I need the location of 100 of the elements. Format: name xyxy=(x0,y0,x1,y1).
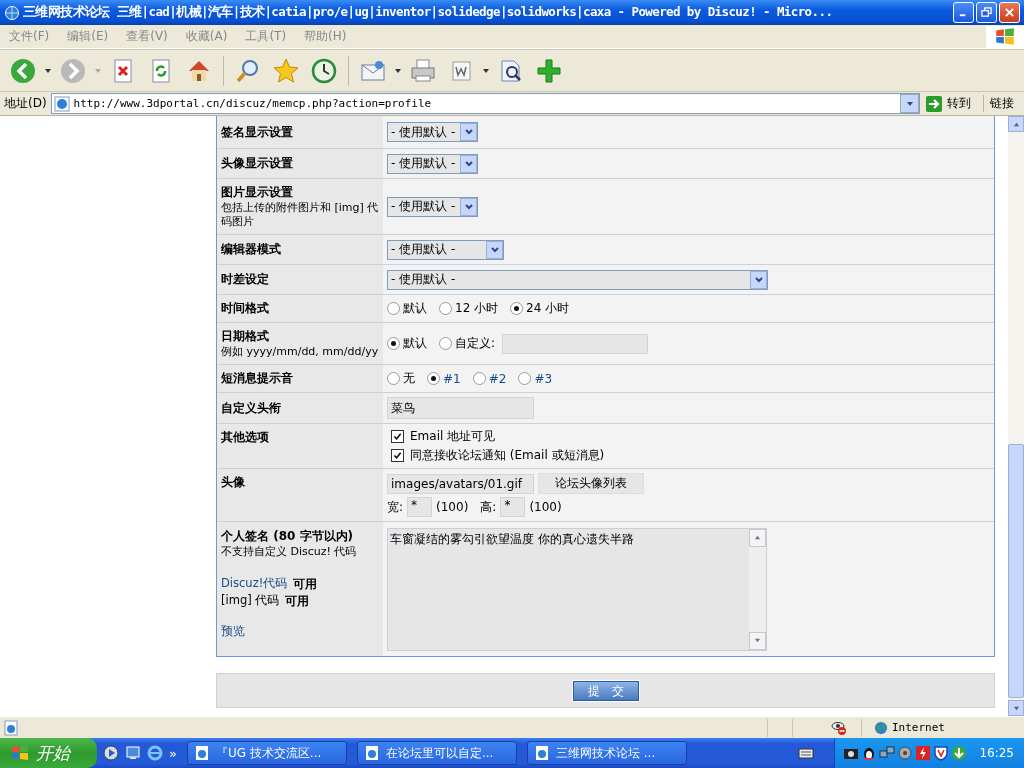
radio-button[interactable] xyxy=(472,372,486,385)
caret-icon[interactable] xyxy=(482,66,490,75)
field-hint: 包括上传的附件图片和 [img] 代码图片 xyxy=(221,201,380,229)
caret-icon[interactable] xyxy=(489,244,500,255)
caret-icon[interactable] xyxy=(394,66,402,75)
page-icon[interactable] xyxy=(363,745,380,761)
security-zone: Internet xyxy=(861,718,1024,737)
windows-logo-icon[interactable] xyxy=(10,743,30,763)
select-dropdown[interactable]: - 使用默认 - xyxy=(387,122,478,142)
minimize-button[interactable] xyxy=(953,2,974,23)
avatar-path-field[interactable]: images/avatars/01.gif xyxy=(387,473,534,494)
field-label: 个人签名 (80 字节以内) xyxy=(221,528,355,545)
caret-icon[interactable] xyxy=(463,201,474,212)
field-hint: 例如 yyyy/mm/dd, mm/dd/yy xyxy=(221,345,380,359)
preview-link[interactable]: 预览 xyxy=(221,624,381,639)
history-clock-icon[interactable] xyxy=(310,56,338,85)
option-label: Email 地址可见 xyxy=(410,428,496,445)
keyboard-icon[interactable] xyxy=(798,745,815,761)
field-label: 宽: xyxy=(387,498,404,516)
radio-button[interactable] xyxy=(427,372,440,385)
option-label: 同意接收论坛通知 (Email 或短消息) xyxy=(410,447,605,464)
checkbox[interactable] xyxy=(391,430,404,443)
more-button[interactable]: » xyxy=(169,745,177,761)
max-size-text: (100) xyxy=(529,500,562,514)
page-icon[interactable] xyxy=(533,745,550,761)
radio-button[interactable] xyxy=(387,372,400,385)
select-dropdown[interactable]: - 使用默认 - xyxy=(387,196,478,217)
code-help-link[interactable]: Discuz!代码 xyxy=(221,576,288,593)
globe-icon xyxy=(874,720,888,735)
code-status: 可用 xyxy=(293,576,318,593)
plus-icon[interactable] xyxy=(535,56,563,85)
radio-button[interactable] xyxy=(518,372,532,385)
title-field[interactable]: 菜鸟 xyxy=(387,397,534,419)
field-label: 自定义头衔 xyxy=(221,399,282,417)
max-size-text: (100) xyxy=(436,500,469,514)
checkbox[interactable] xyxy=(391,449,404,462)
avatar-list-button[interactable]: 论坛头像列表 xyxy=(538,473,644,494)
field-label: 短消息提示音 xyxy=(221,370,294,387)
custom-format-field[interactable] xyxy=(502,333,649,354)
option-label: 24 小时 xyxy=(526,300,570,317)
page-scrollbar[interactable] xyxy=(1008,116,1024,716)
option-label: 默认 xyxy=(403,300,427,317)
select-dropdown[interactable]: - 使用默认 - xyxy=(387,269,768,290)
select-dropdown[interactable]: - 使用默认 - xyxy=(387,153,478,174)
media-player-icon[interactable] xyxy=(103,745,119,761)
field-hint: 不支持自定义 Discuz! 代码 xyxy=(221,545,358,559)
caret-icon[interactable] xyxy=(463,158,474,169)
restore-icon[interactable] xyxy=(981,7,992,18)
address-label: 地址(D) xyxy=(4,95,47,112)
radio-button[interactable] xyxy=(439,302,452,315)
radio-button[interactable] xyxy=(439,337,452,350)
option-label: 无 xyxy=(403,370,415,387)
field-label: 编辑器模式 xyxy=(221,241,282,258)
lightning-icon[interactable] xyxy=(915,745,932,761)
select-dropdown[interactable]: - 使用默认 - xyxy=(387,239,504,260)
links-button[interactable]: 链接 xyxy=(983,95,1020,112)
down-caret-icon[interactable] xyxy=(1012,704,1020,712)
star-icon[interactable] xyxy=(272,56,300,85)
arrow-icon[interactable] xyxy=(926,95,942,112)
globe-page-icon xyxy=(53,95,70,112)
caret-icon[interactable] xyxy=(905,99,914,108)
caret-icon[interactable] xyxy=(753,274,764,285)
address-field[interactable]: http://www.3dportal.cn/discuz/memcp.php?action=profile xyxy=(50,93,920,114)
field-label: 图片显示设置 xyxy=(221,184,294,201)
download-arrow-icon[interactable] xyxy=(951,745,968,761)
shield-icon[interactable] xyxy=(933,745,950,761)
height-field[interactable]: * xyxy=(500,497,526,517)
field-label: 高: xyxy=(480,498,497,516)
up-caret-icon[interactable] xyxy=(1012,120,1020,128)
taskbar-button[interactable]: 三维网技术论坛 ... xyxy=(526,741,687,765)
sound-option-link[interactable]: #1 xyxy=(443,371,461,386)
browser-icon[interactable] xyxy=(147,745,163,761)
width-field[interactable]: * xyxy=(407,497,433,517)
printer-icon[interactable] xyxy=(409,56,437,85)
field-label: 头像 xyxy=(221,474,246,491)
field-label: 时差设定 xyxy=(221,271,270,288)
down-caret-icon[interactable] xyxy=(754,637,761,644)
field-label: 签名显示设置 xyxy=(221,123,294,141)
sound-option-link[interactable]: #2 xyxy=(488,371,507,386)
signature-textarea[interactable]: 车窗凝结的雾勾引欲望温度 你的真心遗失半路 xyxy=(387,527,767,651)
desktop-icon[interactable] xyxy=(125,745,141,761)
up-caret-icon[interactable] xyxy=(754,534,761,541)
radio-button[interactable] xyxy=(510,302,524,315)
go-button[interactable]: 转到 xyxy=(924,95,979,112)
radio-button[interactable] xyxy=(387,302,400,315)
close-button[interactable] xyxy=(999,2,1020,23)
clock: 16:25 xyxy=(979,746,1014,760)
option-label: 12 小时 xyxy=(455,300,499,317)
page-icon[interactable] xyxy=(193,745,210,761)
scrollbar[interactable] xyxy=(749,528,766,650)
speaker-icon[interactable] xyxy=(897,745,914,761)
caret-icon[interactable] xyxy=(463,127,474,137)
code-status: 可用 xyxy=(285,593,310,610)
taskbar-button[interactable]: 『UG 技术交流区... xyxy=(186,741,347,765)
close-icon[interactable] xyxy=(1004,7,1015,18)
caret-icon[interactable] xyxy=(44,66,52,75)
radio-button[interactable] xyxy=(387,337,400,350)
taskbar-button[interactable]: 在论坛里可以自定... xyxy=(356,741,517,765)
sound-option-link[interactable]: #3 xyxy=(534,371,553,386)
restore-button[interactable] xyxy=(976,2,997,23)
